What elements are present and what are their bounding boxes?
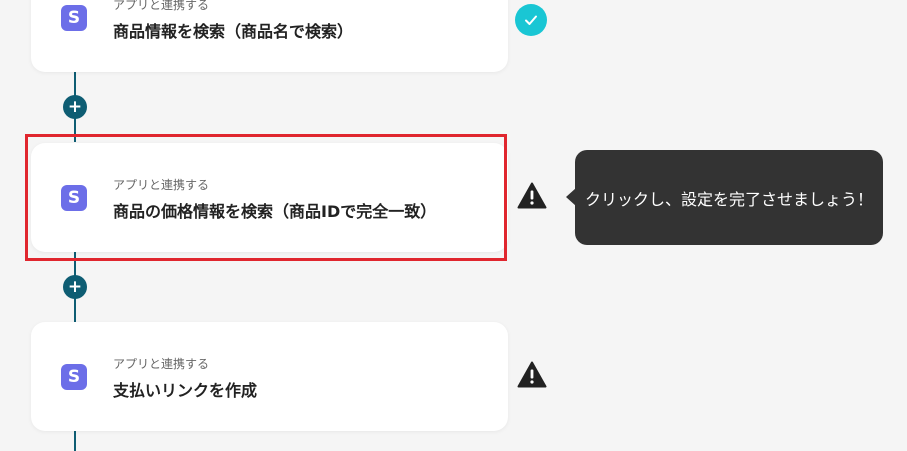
step-title: 商品情報を検索（商品名で検索） — [113, 22, 354, 41]
warning-icon — [517, 182, 547, 209]
tooltip-text: クリックし、設定を完了させましょう！ — [584, 189, 873, 209]
stripe-s-icon: S — [61, 364, 87, 390]
plus-icon: + — [67, 96, 83, 117]
stripe-s-icon: S — [61, 5, 87, 31]
flow-step-card[interactable]: S アプリと連携する 支払いリンクを作成 — [31, 322, 508, 431]
check-circle-icon — [515, 4, 547, 36]
step-app-label: アプリと連携する — [113, 0, 210, 12]
tooltip-arrow — [566, 188, 576, 206]
plus-icon: + — [67, 276, 83, 297]
flow-connector-line — [74, 430, 76, 451]
step-title: 支払いリンクを作成 — [113, 381, 258, 400]
flow-step-card[interactable]: S アプリと連携する 商品情報を検索（商品名で検索） — [31, 0, 508, 72]
setup-tooltip: クリックし、設定を完了させましょう！ — [566, 150, 883, 245]
highlight-frame — [25, 134, 507, 261]
add-step-button[interactable]: + — [63, 275, 87, 299]
step-app-label: アプリと連携する — [113, 357, 210, 371]
add-step-button[interactable]: + — [63, 95, 87, 119]
warning-icon — [517, 361, 547, 388]
